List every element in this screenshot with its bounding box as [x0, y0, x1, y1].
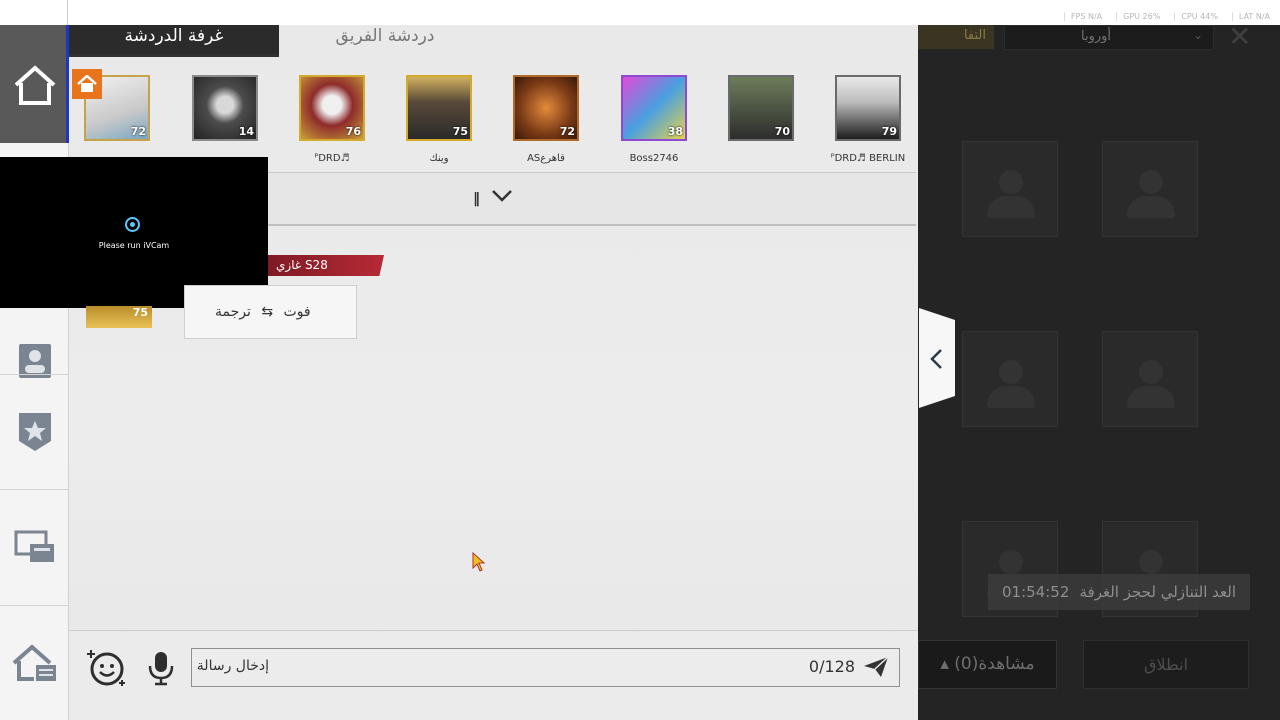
game-tab[interactable]: التفا	[918, 25, 994, 49]
microphone-icon[interactable]	[146, 650, 176, 686]
ivcam-message: Please run iVCam	[98, 241, 170, 250]
countdown-label: العد التنازلي لحجز الغرفة	[1079, 583, 1236, 601]
fps-stat: FPS N/A	[1063, 12, 1102, 21]
top-divider	[67, 0, 68, 25]
chevron-up-icon: ▴	[940, 654, 949, 674]
top-strip: FPS N/A GPU 26% CPU 44% LAT N/A	[0, 0, 1280, 25]
home-icon	[77, 75, 97, 92]
member-name: Boss2746	[629, 153, 679, 164]
player-slot[interactable]	[962, 331, 1058, 427]
avatar-level: 75	[132, 306, 148, 319]
member-name: ASقاهرع	[527, 153, 565, 164]
mouse-cursor-icon	[472, 552, 486, 572]
member-roster: 72 14 76 ᴾDRD♬ 75 وينك 72 ASقاهرع 38 Bos…	[69, 57, 918, 172]
player-slot[interactable]	[1102, 331, 1198, 427]
message-bubble[interactable]: فوت ⇆ ترجمة	[184, 285, 357, 339]
nav-lobby[interactable]	[0, 605, 69, 720]
message-placeholder: إدخال رسالة	[196, 658, 269, 674]
nav-home[interactable]	[0, 25, 69, 143]
emoji-icon[interactable]	[86, 648, 128, 688]
home-icon	[14, 65, 56, 105]
message-avatar[interactable]: 75	[86, 306, 152, 328]
room-owner-badge	[72, 69, 102, 99]
room-countdown: 01:54:52 العد التنازلي لحجز الغرفة	[988, 574, 1250, 610]
member-name: ᴾDRD♬	[314, 153, 350, 164]
home-list-icon	[12, 644, 56, 681]
member-name: وينك	[429, 153, 449, 164]
cpu-stat: CPU 44%	[1174, 12, 1218, 21]
collapse-chat-handle[interactable]	[919, 308, 955, 408]
message-text: فوت	[283, 304, 311, 320]
rooms-icon	[14, 530, 54, 562]
webcam-icon	[125, 217, 140, 232]
nav-rooms[interactable]	[0, 489, 69, 604]
tab-chat-room[interactable]: غرفة الدردشة	[69, 25, 279, 57]
chevron-down-icon: ⌄	[1192, 28, 1203, 42]
tab-team-chat[interactable]: دردشة الفريق	[285, 25, 485, 51]
chevron-down-icon	[492, 190, 512, 202]
pause-icon: ‖	[473, 191, 480, 207]
translate-icon: ⇆	[261, 304, 274, 320]
launch-button[interactable]: انطلاق	[1083, 640, 1249, 689]
message-input[interactable]: إدخال رسالة 0/128	[191, 648, 900, 687]
watch-button[interactable]: ▴ (0)مشاهدة	[918, 640, 1057, 689]
region-value: أوروبا	[1081, 29, 1112, 44]
gpu-stat: GPU 26%	[1116, 12, 1160, 21]
shield-star-icon	[18, 413, 51, 451]
player-slot[interactable]	[1102, 141, 1198, 237]
member-name: ᴾDRD♬ BERLIN	[830, 153, 906, 164]
player-slot[interactable]	[962, 141, 1058, 237]
send-icon[interactable]	[863, 656, 889, 678]
nav-clan[interactable]	[0, 374, 69, 489]
sender-name-tag: غازي S28	[268, 255, 384, 276]
countdown-time: 01:54:52	[1002, 583, 1070, 601]
char-counter: 0/128	[808, 657, 855, 676]
chevron-left-icon	[930, 349, 942, 369]
watch-label: (0)مشاهدة	[954, 654, 1035, 674]
translate-button[interactable]: ترجمة	[215, 304, 251, 320]
close-icon[interactable]: ✕	[1228, 20, 1251, 53]
region-select[interactable]: أوروبا ⌄	[1004, 25, 1214, 50]
